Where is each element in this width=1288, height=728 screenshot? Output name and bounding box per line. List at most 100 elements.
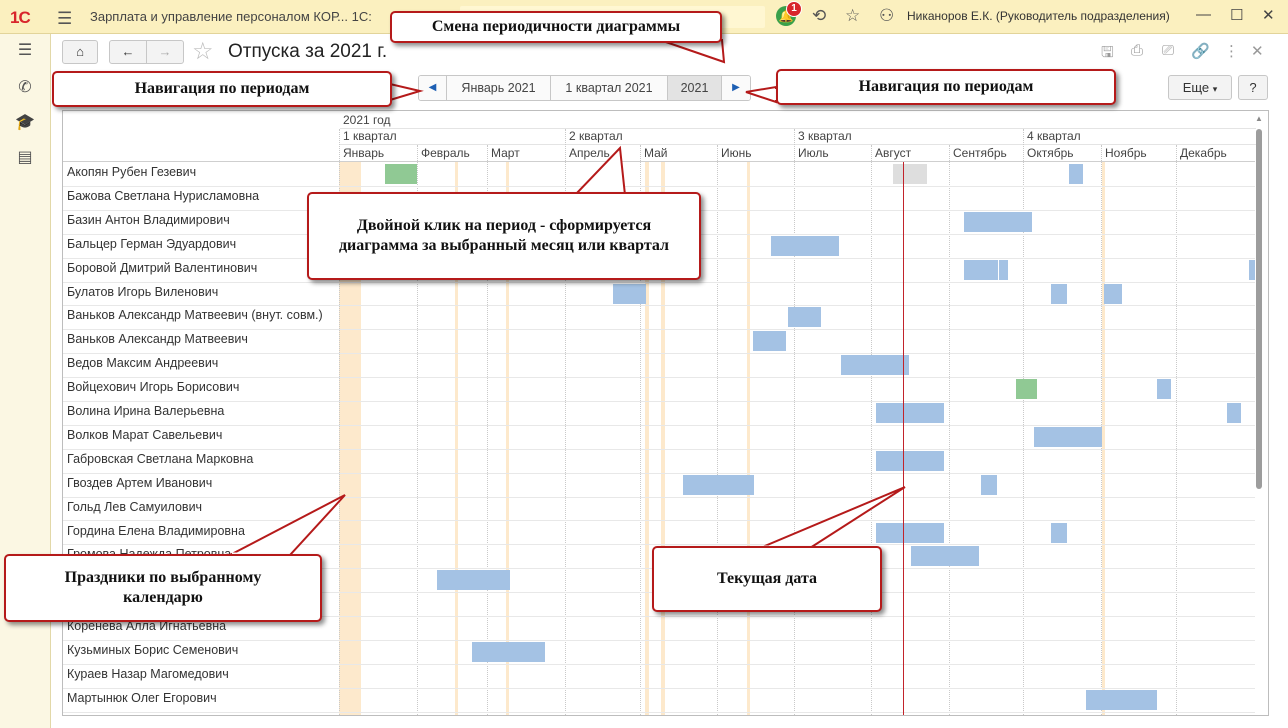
quarter-label[interactable]: 3 квартал (798, 129, 852, 143)
period-month[interactable]: Январь 2021 (447, 76, 551, 100)
vacation-bar[interactable] (876, 523, 944, 543)
employee-name[interactable]: Булатов Игорь Виленович (67, 285, 218, 299)
employee-name[interactable]: Войцехович Игорь Борисович (67, 380, 239, 394)
employee-name[interactable]: Базин Антон Владимирович (67, 213, 230, 227)
employee-name[interactable]: Гвоздев Артем Иванович (67, 476, 212, 490)
more-button[interactable]: Еще ▾ (1168, 75, 1232, 100)
close-window-icon[interactable]: ✕ (1262, 6, 1275, 24)
employee-name[interactable]: Волков Марат Савельевич (67, 428, 222, 442)
quarter-label[interactable]: 4 квартал (1027, 129, 1081, 143)
vacation-bar[interactable] (981, 475, 997, 495)
add-to-favorites-star-icon[interactable]: ☆ (192, 37, 214, 66)
period-year[interactable]: 2021 (668, 76, 722, 100)
graduation-cap-icon[interactable]: 🎓 (15, 112, 35, 132)
vacation-bar-approved[interactable] (1016, 379, 1037, 399)
more-vert-icon[interactable]: ⋮ (1224, 42, 1239, 60)
month-label[interactable]: Май (644, 146, 668, 160)
callout-nav-left: Навигация по периодам (52, 71, 392, 107)
main-menu-icon[interactable]: ☰ (57, 9, 72, 29)
employee-name[interactable]: Ведов Максим Андреевич (67, 356, 218, 370)
month-label[interactable]: Апрель (569, 146, 610, 160)
month-label[interactable]: Август (875, 146, 911, 160)
quarter-label[interactable]: 2 квартал (569, 129, 623, 143)
vacation-bar[interactable] (1069, 164, 1083, 184)
month-label[interactable]: Январь (343, 146, 384, 160)
id-card-icon[interactable]: ▤ (15, 147, 35, 167)
row-separator (63, 353, 1255, 354)
employee-name[interactable]: Ваньков Александр Матвеевич (67, 332, 248, 346)
vacation-bar[interactable] (437, 570, 510, 590)
month-label[interactable]: Июнь (721, 146, 752, 160)
period-quarter[interactable]: 1 квартал 2021 (551, 76, 668, 100)
vacation-bar-approved[interactable] (385, 164, 417, 184)
vacation-bar[interactable] (1249, 260, 1255, 280)
vacation-bar[interactable] (876, 451, 944, 471)
employee-name[interactable]: Бажова Светлана Нурисламовна (67, 189, 259, 203)
vacation-bar[interactable] (1034, 427, 1102, 447)
employee-name[interactable]: Ваньков Александр Матвеевич (внут. совм.… (67, 308, 323, 322)
employee-name[interactable]: Боровой Дмитрий Валентинович (67, 261, 257, 275)
month-label[interactable]: Февраль (421, 146, 470, 160)
vacation-bar[interactable] (1051, 523, 1067, 543)
home-button[interactable]: ⌂ (62, 40, 98, 64)
vacation-bar[interactable] (771, 236, 839, 256)
next-period-icon[interactable]: ▶ (722, 76, 750, 100)
employee-name[interactable]: Кураев Назар Магомедович (67, 667, 229, 681)
vacation-bar[interactable] (876, 403, 944, 423)
prev-period-icon[interactable]: ◀ (419, 76, 447, 100)
save-icon[interactable]: 🖫 (1101, 42, 1114, 67)
month-label[interactable]: Ноябрь (1105, 146, 1147, 160)
forward-arrow-icon[interactable]: → (147, 41, 183, 63)
vacation-bar[interactable] (1157, 379, 1171, 399)
print-icon[interactable]: ⎙ (1131, 42, 1143, 59)
phone-icon[interactable]: ✆ (15, 77, 35, 97)
vacation-bar[interactable] (788, 307, 821, 327)
back-arrow-icon[interactable]: ← (110, 41, 147, 63)
vacation-bar[interactable] (753, 331, 786, 351)
row-separator (63, 712, 1255, 713)
vacation-bar[interactable] (964, 212, 1032, 232)
maximize-window-icon[interactable]: ☐ (1230, 6, 1243, 24)
vertical-scrollbar[interactable] (1256, 129, 1262, 489)
link-icon[interactable]: 🔗 (1191, 42, 1210, 60)
vacation-bar[interactable] (999, 260, 1008, 280)
scroll-up-icon[interactable]: ▲ (1255, 114, 1263, 123)
month-label[interactable]: Сентябрь (953, 146, 1007, 160)
close-form-icon[interactable]: ✕ (1251, 42, 1264, 60)
notification-count-badge: 1 (786, 1, 802, 17)
employee-name[interactable]: Гольд Лев Самуилович (67, 500, 202, 514)
quarter-label[interactable]: 1 квартал (343, 129, 397, 143)
vacation-bar[interactable] (1104, 284, 1122, 304)
vacation-bar[interactable] (683, 475, 754, 495)
vacation-bar[interactable] (964, 260, 998, 280)
employee-name[interactable]: Мартынюк Олег Егорович (67, 691, 217, 705)
year-label[interactable]: 2021 год (343, 113, 391, 127)
history-icon[interactable]: ⟲ (812, 6, 826, 26)
employee-name[interactable]: Гордина Елена Владимировна (67, 524, 245, 538)
header-divider (340, 128, 1256, 129)
vacation-bar-planned[interactable] (893, 164, 927, 184)
current-user[interactable]: Никаноров Е.К. (Руководитель подразделен… (907, 9, 1170, 23)
month-label[interactable]: Декабрь (1180, 146, 1227, 160)
user-icon[interactable]: ⚇ (879, 6, 894, 26)
vacation-bar[interactable] (1086, 690, 1157, 710)
vacation-bar[interactable] (841, 355, 909, 375)
vacation-bar[interactable] (911, 546, 979, 566)
employee-name[interactable]: Габровская Светлана Марковна (67, 452, 253, 466)
month-label[interactable]: Июль (798, 146, 829, 160)
month-label[interactable]: Октябрь (1027, 146, 1074, 160)
employee-name[interactable]: Кузьминых Борис Семенович (67, 643, 238, 657)
employee-name[interactable]: Бальцер Герман Эдуардович (67, 237, 236, 251)
minimize-window-icon[interactable]: — (1196, 6, 1211, 23)
favorites-star-icon[interactable]: ☆ (845, 6, 860, 26)
vacation-bar[interactable] (1051, 284, 1067, 304)
employee-name[interactable]: Волина Ирина Валерьевна (67, 404, 224, 418)
vacation-bar[interactable] (472, 642, 545, 662)
menu-list-icon[interactable]: ☰ (15, 40, 35, 60)
vacation-bar[interactable] (613, 284, 646, 304)
vacation-bar[interactable] (1227, 403, 1241, 423)
preview-icon[interactable]: ⎚ (1162, 42, 1174, 59)
help-button[interactable]: ? (1238, 75, 1268, 100)
month-label[interactable]: Март (491, 146, 520, 160)
employee-name[interactable]: Акопян Рубен Гезевич (67, 165, 196, 179)
